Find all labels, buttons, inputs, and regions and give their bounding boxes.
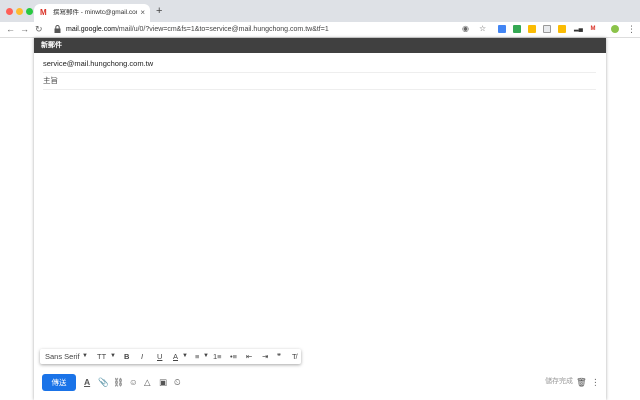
emoji-icon[interactable]: ☺ — [129, 376, 138, 388]
browser-tab[interactable]: M 撰寫郵件 - minwtc@gmail.com × — [34, 4, 150, 22]
star-icon[interactable]: ☆ — [479, 24, 486, 34]
browser-toolbar: ← → ↻ mail.google.com/mail/u/0/?view=cm&… — [0, 22, 640, 38]
align-chevron-icon: ▼ — [203, 353, 209, 359]
text-color-chevron-icon: ▼ — [182, 353, 188, 359]
compose-header: 新郵件 — [34, 38, 606, 53]
extension-icon-1[interactable] — [498, 25, 506, 33]
indent-less-icon[interactable]: ⇤ — [246, 349, 252, 364]
font-size-chevron-icon: ▼ — [110, 353, 116, 359]
menu-more-icon[interactable]: ⋮ — [627, 24, 636, 34]
formatting-toolbar: Sans Serif ▼ TT ▼ B I U A ▼ ≡ ▼ 1≡ •≡ ⇤ … — [40, 349, 301, 364]
new-tab-button[interactable]: + — [156, 6, 162, 17]
font-size-icon[interactable]: TT — [97, 349, 106, 364]
italic-icon[interactable]: I — [141, 349, 143, 364]
lock-icon — [54, 25, 61, 33]
font-family-select[interactable]: Sans Serif — [45, 349, 80, 364]
forward-icon[interactable]: → — [20, 24, 29, 34]
quote-icon[interactable]: ❞ — [277, 349, 281, 364]
send-button[interactable]: 傳送 — [42, 374, 76, 391]
back-icon[interactable]: ← — [6, 24, 15, 34]
message-body[interactable] — [43, 92, 596, 342]
minimize-window-button[interactable] — [16, 8, 23, 15]
extension-icon-3[interactable] — [528, 25, 536, 33]
formatting-options-icon[interactable]: A — [84, 376, 90, 388]
to-field[interactable]: service@mail.hungchong.com.tw — [43, 56, 596, 73]
url-host: mail.google.com — [66, 26, 117, 33]
trash-icon[interactable]: 🗑 — [576, 376, 587, 388]
bold-icon[interactable]: B — [124, 349, 129, 364]
close-window-button[interactable] — [6, 8, 13, 15]
gmail-favicon-icon: M — [40, 8, 47, 17]
font-family-chevron-icon: ▼ — [82, 353, 88, 359]
profile-avatar[interactable] — [611, 25, 619, 33]
url-path: /mail/u/0/?view=cm&fs=1&to=service@mail.… — [116, 26, 329, 33]
maximize-window-button[interactable] — [26, 8, 33, 15]
browser-tab-strip: M 撰寫郵件 - minwtc@gmail.com × + — [0, 0, 640, 22]
extension-icon-4[interactable] — [543, 25, 551, 33]
link-icon[interactable]: ⛓ — [113, 376, 124, 388]
text-color-icon[interactable]: A — [173, 349, 178, 364]
tab-title: 撰寫郵件 - minwtc@gmail.com — [53, 9, 137, 16]
bulleted-list-icon[interactable]: •≡ — [230, 349, 237, 364]
address-bar[interactable]: mail.google.com/mail/u/0/?view=cm&fs=1&t… — [66, 25, 329, 34]
extension-icon-2[interactable] — [513, 25, 521, 33]
compose-window: 新郵件 service@mail.hungchong.com.tw 主旨 San… — [34, 38, 606, 400]
numbered-list-icon[interactable]: 1≡ — [213, 349, 222, 364]
tab-close-icon[interactable]: × — [140, 8, 145, 17]
clear-formatting-icon[interactable]: T̸ — [292, 349, 297, 364]
attach-icon[interactable]: 📎 — [98, 376, 109, 388]
reload-icon[interactable]: ↻ — [35, 24, 43, 34]
align-icon[interactable]: ≡ — [195, 349, 199, 364]
draft-saved-status: 儲存完成 — [545, 378, 573, 385]
subject-field[interactable]: 主旨 — [43, 73, 596, 90]
compose-title: 新郵件 — [41, 42, 62, 49]
extension-icon-5[interactable] — [558, 25, 566, 33]
gmail-extension-icon[interactable]: M — [589, 25, 597, 33]
drive-icon[interactable]: △ — [144, 376, 151, 388]
photo-icon[interactable]: ▣ — [159, 376, 167, 388]
eye-icon[interactable]: ◉ — [462, 24, 469, 34]
confidential-mode-icon[interactable]: ⏲ — [174, 376, 181, 388]
more-options-icon[interactable]: ⋮ — [591, 376, 600, 388]
indent-more-icon[interactable]: ⇥ — [262, 349, 268, 364]
underline-icon[interactable]: U — [157, 349, 162, 364]
signal-bars-icon[interactable]: ▂▄ — [574, 25, 583, 33]
